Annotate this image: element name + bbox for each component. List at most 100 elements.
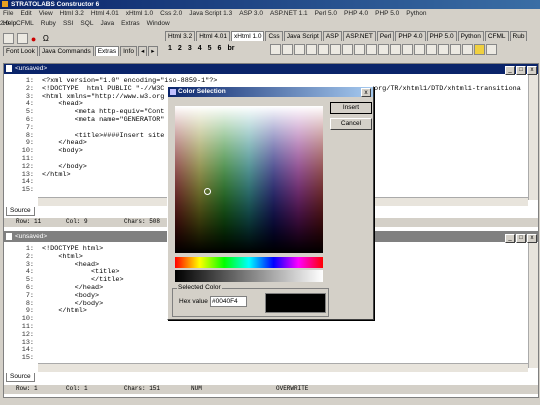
status-chars: Chars: 151 [124,385,161,392]
status-col: Col: 9 [66,218,88,225]
tab-java-commands[interactable]: Java Commands [38,46,94,56]
vertical-scrollbar-bottom[interactable] [528,243,538,368]
tab-lang[interactable]: Python [457,31,484,41]
italic-icon[interactable] [342,44,353,55]
heading-button[interactable]: 6 [218,45,222,52]
tab-lang[interactable]: Perl [376,31,395,41]
color-circles-icon[interactable]: ● [31,34,41,44]
minimize-icon[interactable]: _ [505,234,515,243]
select-icon[interactable] [426,44,437,55]
form-icon[interactable] [366,44,377,55]
radio-icon[interactable] [414,44,425,55]
menu-item[interactable]: Window [147,20,170,27]
heading-button[interactable]: 2 [178,45,182,52]
tab-scroll-right-icon[interactable]: ▸ [148,46,158,56]
hex-input[interactable]: #0040F4 [210,296,247,307]
close-icon[interactable]: x [361,88,371,97]
close-icon[interactable]: x [527,234,537,243]
tab-lang[interactable]: ASP.NET [342,31,376,41]
tab-lang[interactable]: ASP [322,31,342,41]
menu-item[interactable]: Extras [121,20,139,27]
color-picker-cursor[interactable] [204,188,211,195]
maximize-icon[interactable]: □ [516,234,526,243]
textarea-icon[interactable] [390,44,401,55]
menu-item[interactable]: File [3,10,13,17]
align-right-icon[interactable] [306,44,317,55]
menu-item[interactable]: PHP 5.0 [375,10,399,17]
menu-item[interactable]: Edit [20,10,31,17]
status-bar-bottom: Row: 1 Col: 1 Chars: 151 NUM OVERWRITE [4,385,538,394]
input-icon[interactable] [378,44,389,55]
pen-icon[interactable] [486,44,497,55]
minimize-icon[interactable]: _ [505,66,515,75]
heading-button[interactable]: 3 [188,45,192,52]
checkbox-icon[interactable] [402,44,413,55]
tab-lang[interactable]: Html 3.2 [165,31,196,41]
menu-item[interactable]: Css 2.0 [160,10,182,17]
list-icon[interactable] [318,44,329,55]
insert-button[interactable]: Insert [330,102,372,114]
vertical-scrollbar-top[interactable] [528,75,538,200]
close-icon[interactable]: x [527,66,537,75]
tab-lang[interactable]: PHP 5.0 [426,31,457,41]
menu-item[interactable]: Html 4.01 [91,10,119,17]
editor-window-top-titlebar: <unsaved> _ □ x [4,64,538,75]
bold-icon[interactable] [330,44,341,55]
line-number: 15: [21,354,34,363]
status-row: Row: 11 [16,218,42,225]
heading-button[interactable]: 4 [198,45,202,52]
tab-lang[interactable]: xHtml 1.0 [231,31,265,41]
editor-window-top-title: <unsaved> [15,65,48,72]
code-line: </html> [42,307,87,316]
heading-button[interactable]: 1 [168,45,172,52]
menu-item[interactable]: View [39,10,53,17]
align-center-icon[interactable] [294,44,305,55]
menu-item[interactable]: ASP.NET 1.1 [270,10,308,17]
tab-lang[interactable]: CFML [484,31,509,41]
cancel-button[interactable]: Cancel [330,118,372,130]
grid-icon[interactable] [462,44,473,55]
menu-item[interactable]: xHtml 1.0 [126,10,153,17]
menu-item[interactable]: ASP 3.0 [239,10,263,17]
document-icon [6,232,12,240]
tab-lang[interactable]: Java Script [283,31,322,41]
brightness-slider[interactable] [175,270,323,282]
menu-help[interactable]: Help [0,19,103,28]
heading-button[interactable]: br [227,45,234,52]
image-icon[interactable] [438,44,449,55]
menu-item[interactable]: Java Script 1.3 [189,10,232,17]
status-mode: OVERWRITE [276,385,309,392]
heading-button[interactable]: 5 [208,45,212,52]
source-tab-top[interactable]: Source [6,207,35,216]
maximize-icon[interactable]: □ [516,66,526,75]
menu-item[interactable]: Perl 5.0 [315,10,337,17]
tab-scroll-left-icon[interactable]: ◂ [137,46,148,56]
horizontal-scrollbar-bottom[interactable] [38,363,528,372]
new-file-icon[interactable] [3,33,14,44]
hue-slider[interactable] [175,257,323,268]
tab-extras[interactable]: Extras [94,46,120,56]
tab-lang[interactable]: Rub [509,31,528,41]
tab-lang[interactable]: Css [265,31,283,41]
align-left-icon[interactable] [282,44,293,55]
menu-item[interactable]: Html 3.2 [60,10,84,17]
tab-lang[interactable]: PHP 4.0 [395,31,426,41]
hr-icon[interactable] [270,44,281,55]
omega-icon[interactable]: Ω [43,34,53,43]
window-controls: _ □ x [504,233,537,243]
line-number: 15: [21,186,34,195]
status-num: NUM [191,385,202,392]
code-editor-bottom[interactable]: <!DOCTYPE html> <html> <head> <title> </… [42,245,124,363]
color-spectrum[interactable] [175,106,323,253]
menu-item[interactable]: PHP 4.0 [344,10,368,17]
tab-lang[interactable]: Html 4.01 [196,31,231,41]
tab-info[interactable]: Info [120,46,137,56]
table-icon[interactable] [450,44,461,55]
source-tab-bottom[interactable]: Source [6,373,35,382]
tab-font-look[interactable]: Font Look [3,46,38,56]
save-icon[interactable] [16,33,28,44]
media-icon[interactable] [474,44,485,55]
underline-icon[interactable] [354,44,365,55]
status-col: Col: 1 [66,385,88,392]
